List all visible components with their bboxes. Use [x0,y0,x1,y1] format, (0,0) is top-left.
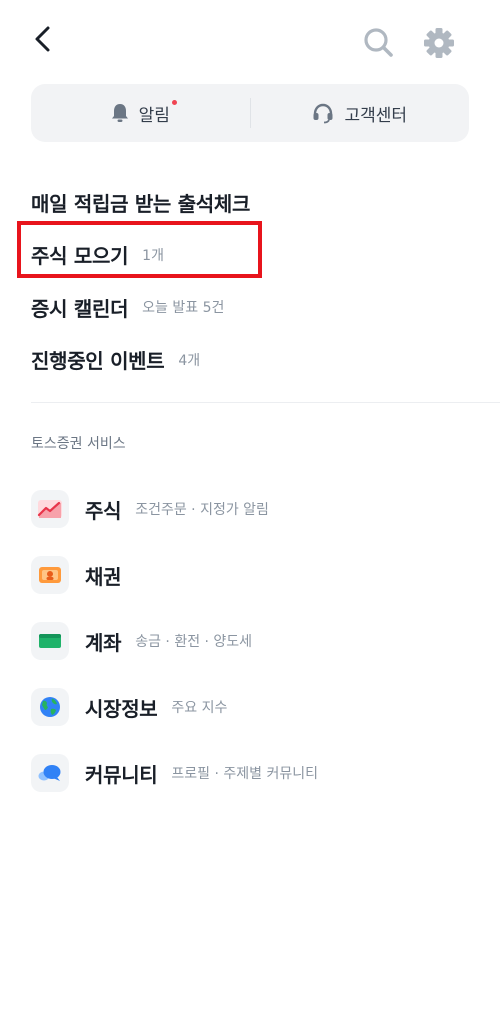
service-item-account[interactable]: 계좌 송금 · 환전 · 양도세 [31,608,491,674]
support-label: 고객센터 [344,105,408,126]
service-subtitle: 조건주문 · 지정가 알림 [135,502,269,518]
menu-list: 매일 적립금 받는 출석체크 주식 모으기 1개 증시 캘린더 오늘 발표 5건… [31,176,471,386]
account-card-icon [31,622,69,660]
service-item-stock[interactable]: 주식 조건주문 · 지정가 알림 [31,476,491,542]
services-section-title: 토스증권 서비스 [31,436,126,452]
headset-icon [313,103,333,124]
menu-item-stock-collect[interactable]: 주식 모으기 1개 [31,229,471,282]
service-subtitle: 송금 · 환전 · 양도세 [135,634,253,650]
service-item-community[interactable]: 커뮤니티 프로필 · 주제별 커뮤니티 [31,740,491,806]
bond-icon [31,556,69,594]
menu-item-title: 주식 모으기 [31,244,129,269]
chevron-left-icon [35,26,50,52]
settings-button[interactable] [420,24,458,62]
service-title: 계좌 [85,630,122,655]
service-title: 커뮤니티 [85,762,158,787]
menu-item-count: 오늘 발표 5건 [142,300,225,317]
service-subtitle: 프로필 · 주제별 커뮤니티 [171,766,319,782]
service-title: 채권 [85,564,122,589]
quick-bar: 알림 고객센터 [31,84,469,142]
menu-item-count: 4개 [178,352,201,369]
globe-icon [31,688,69,726]
search-button[interactable] [360,24,396,60]
notifications-button[interactable]: 알림 [31,84,250,142]
service-subtitle: 주요 지수 [171,700,228,716]
menu-item-market-calendar[interactable]: 증시 캘린더 오늘 발표 5건 [31,281,471,334]
menu-item-title: 매일 적립금 받는 출석체크 [31,191,251,216]
section-divider [31,402,500,403]
menu-item-events[interactable]: 진행중인 이벤트 4개 [31,334,471,387]
stock-chart-icon [31,490,69,528]
services-list: 주식 조건주문 · 지정가 알림 채권 계좌 송금 · 환전 · 양도세 시장정… [31,476,491,806]
back-button[interactable] [26,22,60,56]
support-button[interactable]: 고객센터 [251,84,470,142]
bell-icon [111,104,128,122]
search-icon [364,28,393,57]
service-title: 주식 [85,498,122,523]
gear-icon [424,28,454,58]
service-item-bond[interactable]: 채권 [31,542,491,608]
menu-item-count: 1개 [142,247,164,264]
notifications-label: 알림 [138,105,170,126]
service-title: 시장정보 [85,696,158,721]
menu-item-title: 진행중인 이벤트 [31,349,165,374]
top-bar [0,0,500,84]
menu-item-attendance[interactable]: 매일 적립금 받는 출석체크 [31,176,471,229]
menu-item-title: 증시 캘린더 [31,296,129,321]
service-item-market-info[interactable]: 시장정보 주요 지수 [31,674,491,740]
notification-dot [171,99,177,105]
chat-bubble-icon [31,754,69,792]
